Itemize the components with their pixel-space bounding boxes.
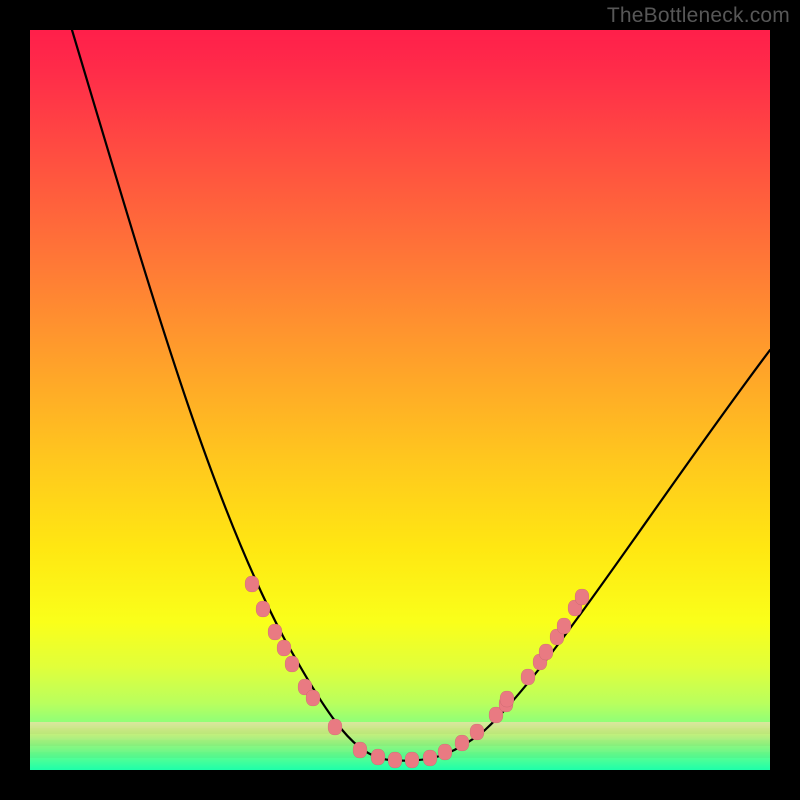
marker-point: [256, 601, 270, 617]
marker-point: [423, 750, 437, 766]
watermark-text: TheBottleneck.com: [607, 4, 790, 28]
curve-layer: [30, 30, 770, 770]
marker-point: [306, 690, 320, 706]
marker-point: [277, 640, 291, 656]
marker-point: [371, 749, 385, 765]
marker-point: [353, 742, 367, 758]
marker-point: [470, 724, 484, 740]
marker-point: [521, 669, 535, 685]
marker-point: [455, 735, 469, 751]
marker-point: [557, 618, 571, 634]
plot-area: [30, 30, 770, 770]
marker-point: [328, 719, 342, 735]
chart-frame: TheBottleneck.com: [0, 0, 800, 800]
marker-point: [285, 656, 299, 672]
marker-point: [405, 752, 419, 768]
marker-point: [438, 744, 452, 760]
marker-point: [539, 644, 553, 660]
marker-point: [575, 589, 589, 605]
marker-point: [388, 752, 402, 768]
marker-point: [245, 576, 259, 592]
marker-point: [268, 624, 282, 640]
marker-point: [500, 691, 514, 707]
bottleneck-curve: [72, 30, 770, 761]
